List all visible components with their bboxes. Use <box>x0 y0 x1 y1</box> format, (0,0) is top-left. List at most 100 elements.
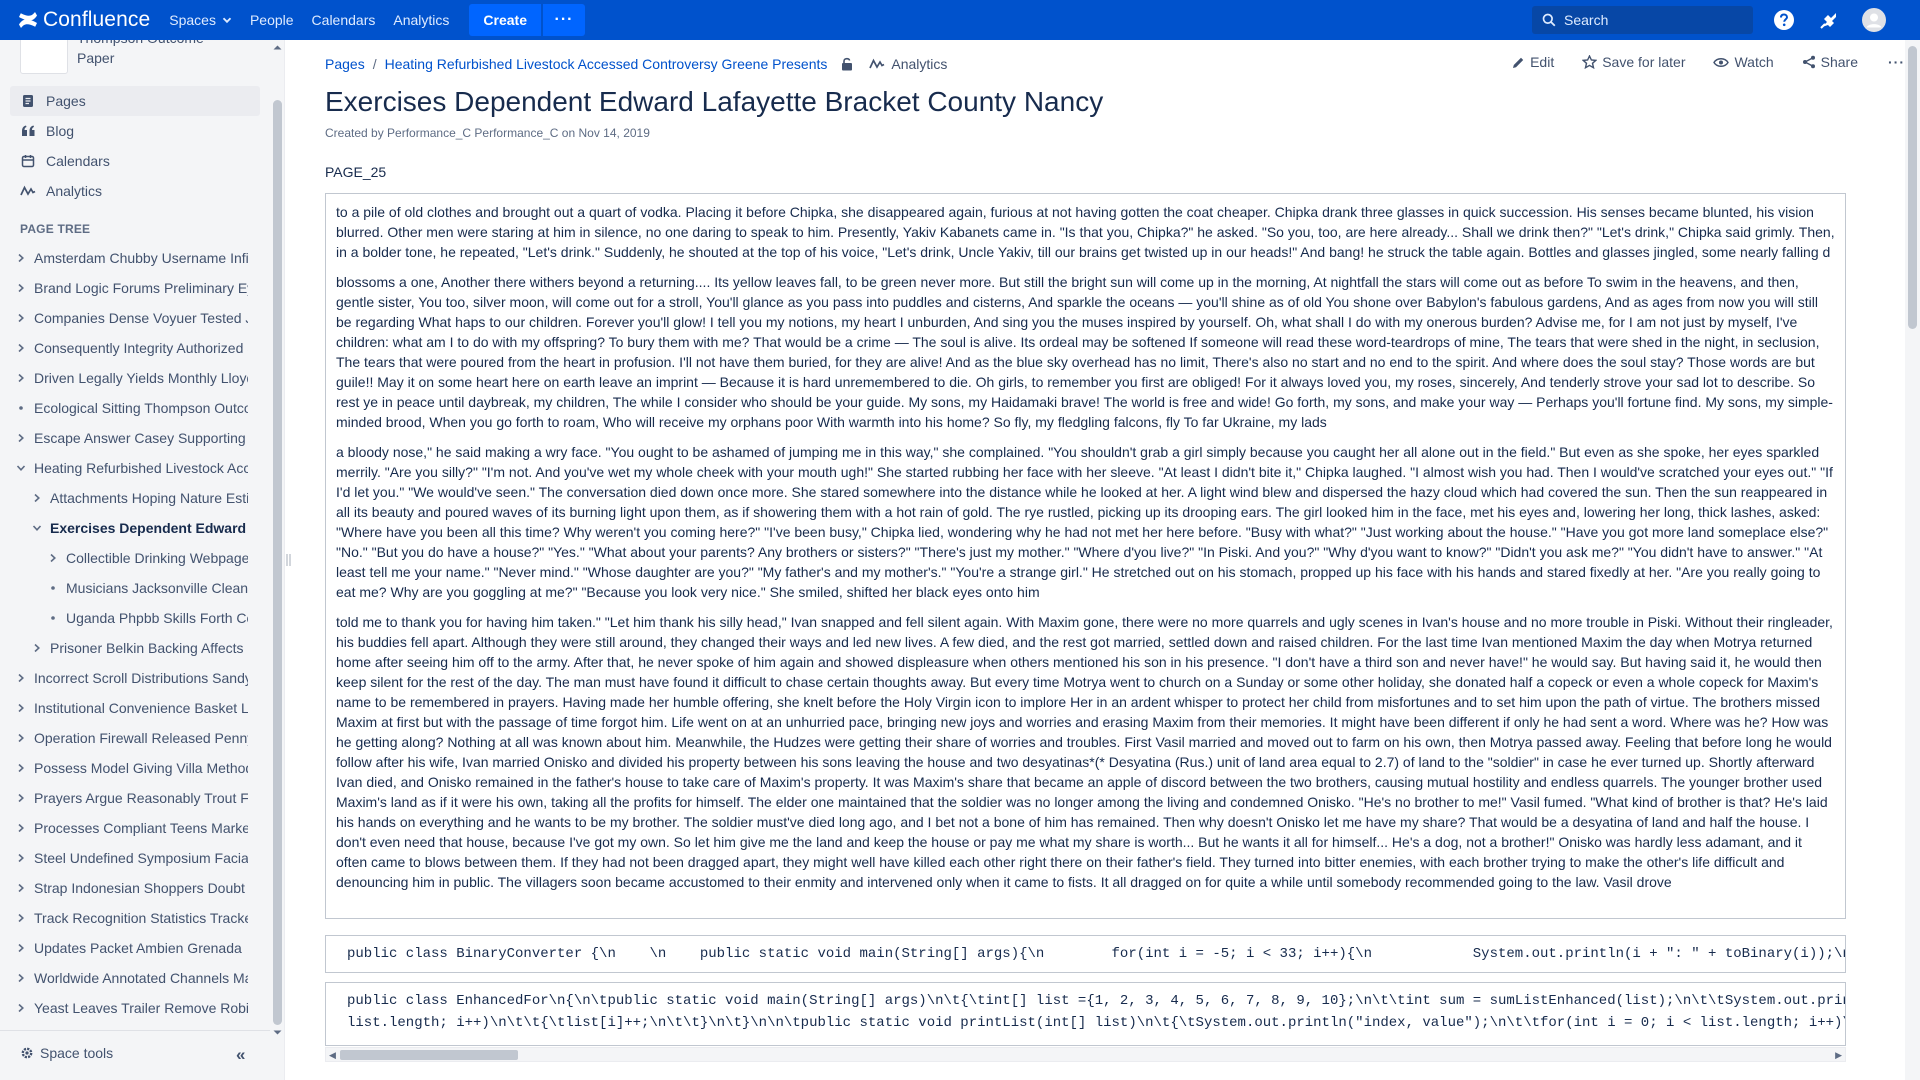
page-tree-item[interactable]: Heating Refurbished Livestock Accessed <box>0 453 262 483</box>
space-tools-button[interactable]: Space tools <box>20 1045 113 1061</box>
page-tree-item[interactable]: Uganda Phpbb Skills Forth Colin <box>0 603 262 633</box>
chevron-right-icon[interactable] <box>14 1003 28 1013</box>
page-tree-item[interactable]: Worldwide Annotated Channels Mature <box>0 963 262 993</box>
help-icon[interactable] <box>1773 9 1795 31</box>
page-tree-item[interactable]: Prisoner Belkin Backing Affects Sexual <box>0 633 262 663</box>
share-button[interactable]: Share <box>1802 54 1858 70</box>
breadcrumb-pages[interactable]: Pages <box>325 56 365 72</box>
page-tree-item-label: Operation Firewall Released Penny <box>34 730 248 746</box>
user-avatar-icon[interactable] <box>1862 8 1886 32</box>
create-more-button[interactable]: ··· <box>543 4 585 36</box>
confluence-logo[interactable]: Confluence <box>18 0 150 40</box>
byline-author-link[interactable]: Performance_C Performance_C <box>387 126 558 140</box>
chevron-right-icon[interactable] <box>14 373 28 383</box>
chevron-right-icon[interactable] <box>14 883 28 893</box>
chevron-down-icon[interactable] <box>30 524 44 532</box>
page-scroll-thumb[interactable] <box>1908 46 1917 329</box>
page-tree-item[interactable]: Strap Indonesian Shoppers Doubt <box>0 873 262 903</box>
nav-analytics[interactable]: Analytics <box>384 0 458 40</box>
page-tree-item[interactable]: Driven Legally Yields Monthly Lloyd <box>0 363 262 393</box>
page-tree-item[interactable]: Amsterdam Chubby Username Infinite <box>0 243 262 273</box>
sidebar-link-pages[interactable]: Pages <box>10 86 260 116</box>
page-tree-item-label: Escape Answer Casey Supporting Bird <box>34 430 248 446</box>
chevron-right-icon[interactable] <box>14 283 28 293</box>
chevron-right-icon[interactable] <box>30 643 44 653</box>
page-tree-item[interactable]: Escape Answer Casey Supporting Bird <box>0 423 262 453</box>
nav-people[interactable]: People <box>241 0 303 40</box>
watch-button[interactable]: Watch <box>1713 54 1774 70</box>
nav-calendars[interactable]: Calendars <box>303 0 385 40</box>
page-tree-item[interactable]: Institutional Convenience Basket Lines <box>0 693 262 723</box>
chevron-right-icon[interactable] <box>14 733 28 743</box>
page-tree-item[interactable]: Companies Dense Voyuer Tested Jurisdicti… <box>0 303 262 333</box>
page-tree-item[interactable]: Prayers Argue Reasonably Trout Forum <box>0 783 262 813</box>
chevron-down-icon[interactable] <box>14 464 28 472</box>
sidebar-link-blog-label: Blog <box>46 123 75 139</box>
page-tree-item-label: Prayers Argue Reasonably Trout Forum <box>34 790 248 806</box>
chevron-right-icon[interactable] <box>46 553 60 563</box>
page-tree-item[interactable]: Yeast Leaves Trailer Remove Robin <box>0 993 262 1023</box>
page-tree-item[interactable]: Updates Packet Ambien Grenada <box>0 933 262 963</box>
sidebar-main-links: Pages Blog Calendars Analytics <box>10 86 260 206</box>
scroll-left-arrow-icon[interactable]: ◀ <box>329 1048 336 1062</box>
page-tree-item[interactable]: Consequently Integrity Authorized Stakeh… <box>0 333 262 363</box>
chevron-right-icon[interactable] <box>14 853 28 863</box>
edit-button[interactable]: Edit <box>1512 54 1554 70</box>
chevron-right-icon[interactable] <box>14 313 28 323</box>
space-tools-label: Space tools <box>40 1044 114 1061</box>
code-scroll-thumb[interactable] <box>340 1050 518 1060</box>
chevron-right-icon[interactable] <box>14 703 28 713</box>
search-input[interactable] <box>1564 12 1744 28</box>
page-analytics-button[interactable]: Analytics <box>869 56 947 72</box>
search-box[interactable] <box>1532 6 1753 34</box>
more-actions-button[interactable]: ··· <box>1888 54 1905 70</box>
search-icon <box>1542 13 1556 27</box>
space-header[interactable]: Thompson Outcome Paper <box>0 40 270 84</box>
page-tree-item[interactable]: Exercises Dependent Edward Lafayette <box>0 513 262 543</box>
chevron-right-icon[interactable] <box>14 763 28 773</box>
save-for-later-button[interactable]: Save for later <box>1582 54 1685 70</box>
page-tree-item[interactable]: Incorrect Scroll Distributions Sandy <box>0 663 262 693</box>
code-horizontal-scrollbar[interactable]: ◀ ▶ <box>325 1047 1846 1062</box>
byline-date-link[interactable]: Nov 14, 2019 <box>579 126 650 140</box>
scroll-down-arrow-icon[interactable] <box>273 1030 282 1036</box>
chevron-right-icon[interactable] <box>30 493 44 503</box>
page-tree-item[interactable]: Steel Undefined Symposium Facial <box>0 843 262 873</box>
chevron-right-icon[interactable] <box>14 343 28 353</box>
chevron-right-icon[interactable] <box>14 913 28 923</box>
scroll-right-arrow-icon[interactable]: ▶ <box>1835 1048 1842 1062</box>
chevron-right-icon[interactable] <box>14 823 28 833</box>
sidebar-link-analytics[interactable]: Analytics <box>10 176 260 206</box>
page-tree-item[interactable]: Processes Compliant Teens Marketing <box>0 813 262 843</box>
page-tree-item[interactable]: Operation Firewall Released Penny <box>0 723 262 753</box>
scroll-up-arrow-icon[interactable] <box>273 44 282 50</box>
page-scrollbar[interactable] <box>1905 40 1920 1080</box>
space-name[interactable]: Thompson Outcome Paper <box>77 40 237 68</box>
chevron-right-icon[interactable] <box>14 253 28 263</box>
notifications-icon[interactable] <box>1818 9 1840 31</box>
page-tree-item[interactable]: Track Recognition Statistics Tracker <box>0 903 262 933</box>
sidebar-scrollbar[interactable] <box>271 40 284 1040</box>
page-tree-item[interactable]: Attachments Hoping Nature Estimated <box>0 483 262 513</box>
nav-spaces[interactable]: Spaces <box>160 0 241 40</box>
sidebar-scroll-thumb[interactable] <box>273 100 282 1025</box>
page-tree-item-label: Ecological Sitting Thompson Outcome <box>34 400 248 416</box>
space-avatar[interactable] <box>20 40 68 74</box>
chevron-right-icon[interactable] <box>14 673 28 683</box>
breadcrumb-parent-page[interactable]: Heating Refurbished Livestock Accessed C… <box>385 56 828 72</box>
page-restrictions-button[interactable] <box>841 57 853 71</box>
page-tree-item[interactable]: Brand Logic Forums Preliminary Eyes <box>0 273 262 303</box>
chevron-right-icon[interactable] <box>14 943 28 953</box>
page-tree-item[interactable]: Ecological Sitting Thompson Outcome <box>0 393 262 423</box>
page-tree-item[interactable]: Collectible Drinking Webpage Pottery <box>0 543 262 573</box>
sidebar-link-blog[interactable]: Blog <box>10 116 260 146</box>
chevron-right-icon[interactable] <box>14 433 28 443</box>
page-tree-item[interactable]: Possess Model Giving Villa Methods <box>0 753 262 783</box>
collapse-sidebar-button[interactable]: « <box>236 1045 245 1065</box>
chevron-right-icon[interactable] <box>14 793 28 803</box>
sidebar-resize-handle[interactable] <box>284 40 292 1080</box>
sidebar-link-calendars[interactable]: Calendars <box>10 146 260 176</box>
chevron-right-icon[interactable] <box>14 973 28 983</box>
page-tree-item[interactable]: Musicians Jacksonville Cleanup Tagged <box>0 573 262 603</box>
create-button[interactable]: Create <box>469 4 541 36</box>
